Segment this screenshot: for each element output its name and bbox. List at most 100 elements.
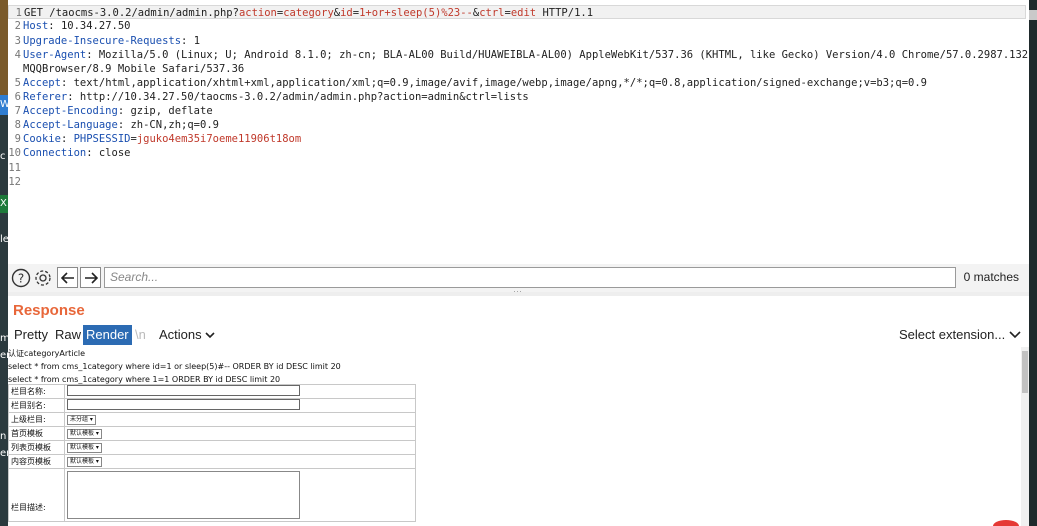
actions-menu[interactable]: Actions <box>156 325 218 345</box>
highlighted-token: edit <box>510 7 537 19</box>
line-number: 5 <box>14 77 21 89</box>
window-edge <box>1029 10 1037 20</box>
search-input[interactable]: Search... <box>104 267 956 288</box>
desktop-wallpaper-block <box>0 0 8 95</box>
parent-category-select[interactable]: 未分组 ▾ <box>67 415 96 425</box>
tab-newline[interactable]: \n <box>132 325 149 345</box>
request-text: HTTP/1.1 <box>536 7 594 19</box>
request-text: : text/html,application/xhtml+xml,applic… <box>60 77 927 89</box>
line-number: 4 <box>14 49 21 61</box>
line-number: 3 <box>14 35 21 47</box>
line-number: 7 <box>14 105 21 117</box>
request-text: : 1 <box>181 35 201 47</box>
header-name: PHPSESSID <box>73 133 131 145</box>
header-name: Cookie <box>23 133 61 145</box>
list-template-select[interactable]: 默认模板 ▾ <box>67 443 102 453</box>
request-text: : Mozilla/5.0 (Linux; U; Android 8.1.0; … <box>86 49 1029 61</box>
request-text: GET /taocms-3.0.2/admin/admin.php? <box>24 7 239 19</box>
line-number: 6 <box>14 91 21 103</box>
form-cell: 未分组 ▾ <box>64 412 416 427</box>
match-count: 0 matches <box>963 270 1019 284</box>
form-cell: 默认模板 ▾ <box>64 426 416 441</box>
help-icon[interactable]: ? <box>10 267 32 289</box>
request-line[interactable]: 10 Connection: close <box>8 146 130 160</box>
request-line[interactable]: 4 User-Agent: Mozilla/5.0 (Linux; U; Andr… <box>8 48 1028 62</box>
category-name-input[interactable] <box>67 385 300 396</box>
form-row: 栏目描述: <box>8 468 416 522</box>
highlighted-token: id <box>340 7 353 19</box>
form-label: 上级栏目: <box>8 412 65 427</box>
request-line[interactable]: 8 Accept-Language: zh-CN,zh;q=0.9 <box>8 118 219 132</box>
request-text: : close <box>86 147 131 159</box>
desktop-background-left: W c X le m er n er <box>0 0 8 526</box>
next-match-button[interactable] <box>80 267 101 288</box>
taskbar-app-icon <box>993 520 1019 526</box>
request-text: : <box>60 133 74 145</box>
desktop-background-right <box>1029 0 1037 526</box>
form-label: 栏目描述: <box>8 468 65 522</box>
render-scrollbar[interactable] <box>1021 347 1029 526</box>
gear-icon[interactable] <box>32 267 54 289</box>
category-alias-input[interactable] <box>67 399 300 410</box>
desktop-label: W <box>0 99 8 110</box>
form-label: 栏目名称: <box>8 384 65 399</box>
request-text: : http://10.34.27.50/taocms-3.0.2/admin/… <box>67 91 529 103</box>
previous-match-button[interactable] <box>57 267 78 288</box>
select-value: 默认模板 <box>70 458 95 465</box>
tab-pretty[interactable]: Pretty <box>11 325 51 345</box>
desktop-label: m <box>0 333 8 344</box>
line-number: 12 <box>8 176 21 188</box>
header-name: Referer <box>23 91 68 103</box>
scrollbar-thumb[interactable] <box>1022 351 1028 393</box>
header-name: Upgrade-Insecure-Requests <box>23 35 182 47</box>
header-name: Connection <box>23 147 87 159</box>
form-cell: 默认模板 ▾ <box>64 440 416 455</box>
line-number: 2 <box>14 20 21 32</box>
desktop-label: X <box>0 198 7 209</box>
desktop-label: le <box>0 234 8 245</box>
svg-text:?: ? <box>18 272 24 286</box>
category-description-textarea[interactable] <box>67 471 300 519</box>
request-line[interactable]: 7 Accept-Encoding: gzip, deflate <box>8 104 213 118</box>
form-cell: 默认模板 ▾ <box>64 454 416 469</box>
rendered-sql-query: select * from cms_1category where id=1 o… <box>8 362 341 371</box>
highlighted-token: jguko4em35i7oeme11906t18om <box>136 133 302 145</box>
form-row: 首页模板 默认模板 ▾ <box>8 426 416 441</box>
select-extension-dropdown[interactable]: Select extension... <box>895 325 1025 345</box>
tab-raw[interactable]: Raw <box>52 325 84 345</box>
header-name: Accept-Encoding <box>23 105 118 117</box>
select-value: 默认模板 <box>70 430 95 437</box>
desktop-label: er <box>0 448 8 459</box>
select-value: 默认模板 <box>70 444 95 451</box>
highlighted-token: 1+or+sleep(5)%23-- <box>359 7 473 19</box>
response-panel: Response Pretty Raw Render \n Actions Se… <box>8 296 1029 526</box>
actions-label: Actions <box>159 327 202 342</box>
request-line[interactable]: 5 Accept: text/html,application/xhtml+xml… <box>8 76 927 90</box>
home-template-select[interactable]: 默认模板 ▾ <box>67 429 102 439</box>
tab-render[interactable]: Render <box>83 325 132 345</box>
header-name: User-Agent <box>23 49 87 61</box>
form-row: 栏目名称: <box>8 384 416 399</box>
desktop-label: n <box>0 431 7 442</box>
request-line[interactable]: 6 Referer: http://10.34.27.50/taocms-3.0.… <box>8 90 529 104</box>
content-template-select[interactable]: 默认模板 ▾ <box>67 457 102 467</box>
request-line[interactable]: 9 Cookie: PHPSESSID=jguko4em35i7oeme11906… <box>8 132 302 146</box>
highlighted-token: action <box>238 7 277 19</box>
header-name: Host <box>23 20 49 32</box>
desktop-label: c <box>0 151 6 162</box>
request-editor[interactable]: 1 GET /taocms-3.0.2/admin/admin.php?actio… <box>8 0 1029 292</box>
request-line[interactable]: 1 GET /taocms-3.0.2/admin/admin.php?actio… <box>8 5 1026 19</box>
request-line[interactable]: 11 <box>8 161 23 175</box>
request-line[interactable]: 3 Upgrade-Insecure-Requests: 1 <box>8 34 200 48</box>
form-label: 栏目别名: <box>8 398 65 413</box>
line-number: 11 <box>8 162 21 174</box>
request-line[interactable]: 2 Host: 10.34.27.50 <box>8 19 131 33</box>
line-number: 1 <box>15 7 22 19</box>
desktop-label: er <box>0 350 8 361</box>
line-number: 9 <box>14 133 21 145</box>
request-line[interactable]: MQQBrowser/8.9 Mobile Safari/537.36 <box>8 62 244 76</box>
form-label: 首页模板 <box>8 426 65 441</box>
line-number: 8 <box>14 119 21 131</box>
header-name: Accept-Language <box>23 119 118 131</box>
request-line[interactable]: 12 <box>8 175 23 189</box>
